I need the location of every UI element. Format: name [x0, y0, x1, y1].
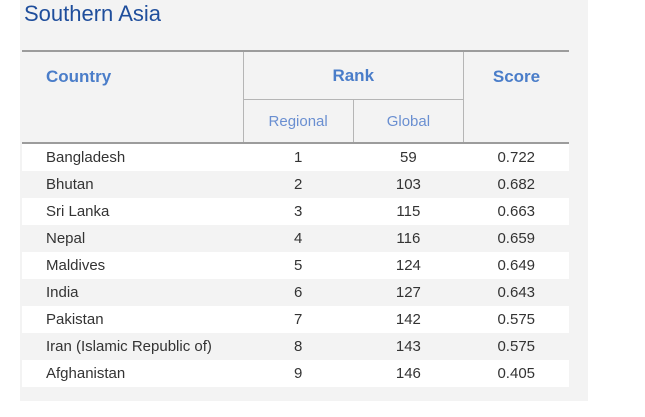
- cell-score: 0.722: [463, 143, 569, 171]
- table-row: Bangladesh 1 59 0.722: [22, 143, 569, 171]
- cell-score: 0.682: [463, 171, 569, 198]
- table-row: India 6 127 0.643: [22, 279, 569, 306]
- cell-country: Iran (Islamic Republic of): [22, 333, 243, 360]
- cell-country: Bangladesh: [22, 143, 243, 171]
- cell-regional-rank: 7: [243, 306, 354, 333]
- cell-regional-rank: 4: [243, 225, 354, 252]
- cell-global-rank: 142: [353, 306, 464, 333]
- cell-score: 0.663: [463, 198, 569, 225]
- header-global: Global: [353, 99, 465, 144]
- cell-global-rank: 115: [353, 198, 464, 225]
- table-row: Bhutan 2 103 0.682: [22, 171, 569, 198]
- cell-score: 0.643: [463, 279, 569, 306]
- table-row: Maldives 5 124 0.649: [22, 252, 569, 279]
- table-row: Iran (Islamic Republic of) 8 143 0.575: [22, 333, 569, 360]
- cell-country: Sri Lanka: [22, 198, 243, 225]
- cell-score: 0.405: [463, 360, 569, 387]
- cell-country: India: [22, 279, 243, 306]
- cell-score: 0.659: [463, 225, 569, 252]
- cell-global-rank: 124: [353, 252, 464, 279]
- cell-global-rank: 127: [353, 279, 464, 306]
- cell-global-rank: 116: [353, 225, 464, 252]
- cell-global-rank: 103: [353, 171, 464, 198]
- cell-global-rank: 146: [353, 360, 464, 387]
- table-row: Afghanistan 9 146 0.405: [22, 360, 569, 387]
- cell-country: Pakistan: [22, 306, 243, 333]
- cell-score: 0.575: [463, 333, 569, 360]
- table-row: Nepal 4 116 0.659: [22, 225, 569, 252]
- page-title: Southern Asia: [24, 1, 161, 26]
- table-row: Pakistan 7 142 0.575: [22, 306, 569, 333]
- cell-regional-rank: 9: [243, 360, 354, 387]
- cell-regional-rank: 8: [243, 333, 354, 360]
- cell-regional-rank: 1: [243, 143, 354, 171]
- cell-global-rank: 143: [353, 333, 464, 360]
- cell-country: Maldives: [22, 252, 243, 279]
- cell-regional-rank: 2: [243, 171, 354, 198]
- table-row: Sri Lanka 3 115 0.663: [22, 198, 569, 225]
- cell-regional-rank: 6: [243, 279, 354, 306]
- header-regional: Regional: [243, 99, 354, 144]
- cell-score: 0.575: [463, 306, 569, 333]
- cell-country: Bhutan: [22, 171, 243, 198]
- cell-score: 0.649: [463, 252, 569, 279]
- ranking-table: Country Rank Score Regional Global Bangl…: [22, 50, 569, 387]
- cell-regional-rank: 5: [243, 252, 354, 279]
- cell-country: Nepal: [22, 225, 243, 252]
- header-rank: Rank: [243, 51, 464, 100]
- cell-regional-rank: 3: [243, 198, 354, 225]
- cell-country: Afghanistan: [22, 360, 243, 387]
- cell-global-rank: 59: [353, 143, 464, 171]
- header-country: Country: [22, 51, 244, 144]
- header-score: Score: [463, 51, 569, 144]
